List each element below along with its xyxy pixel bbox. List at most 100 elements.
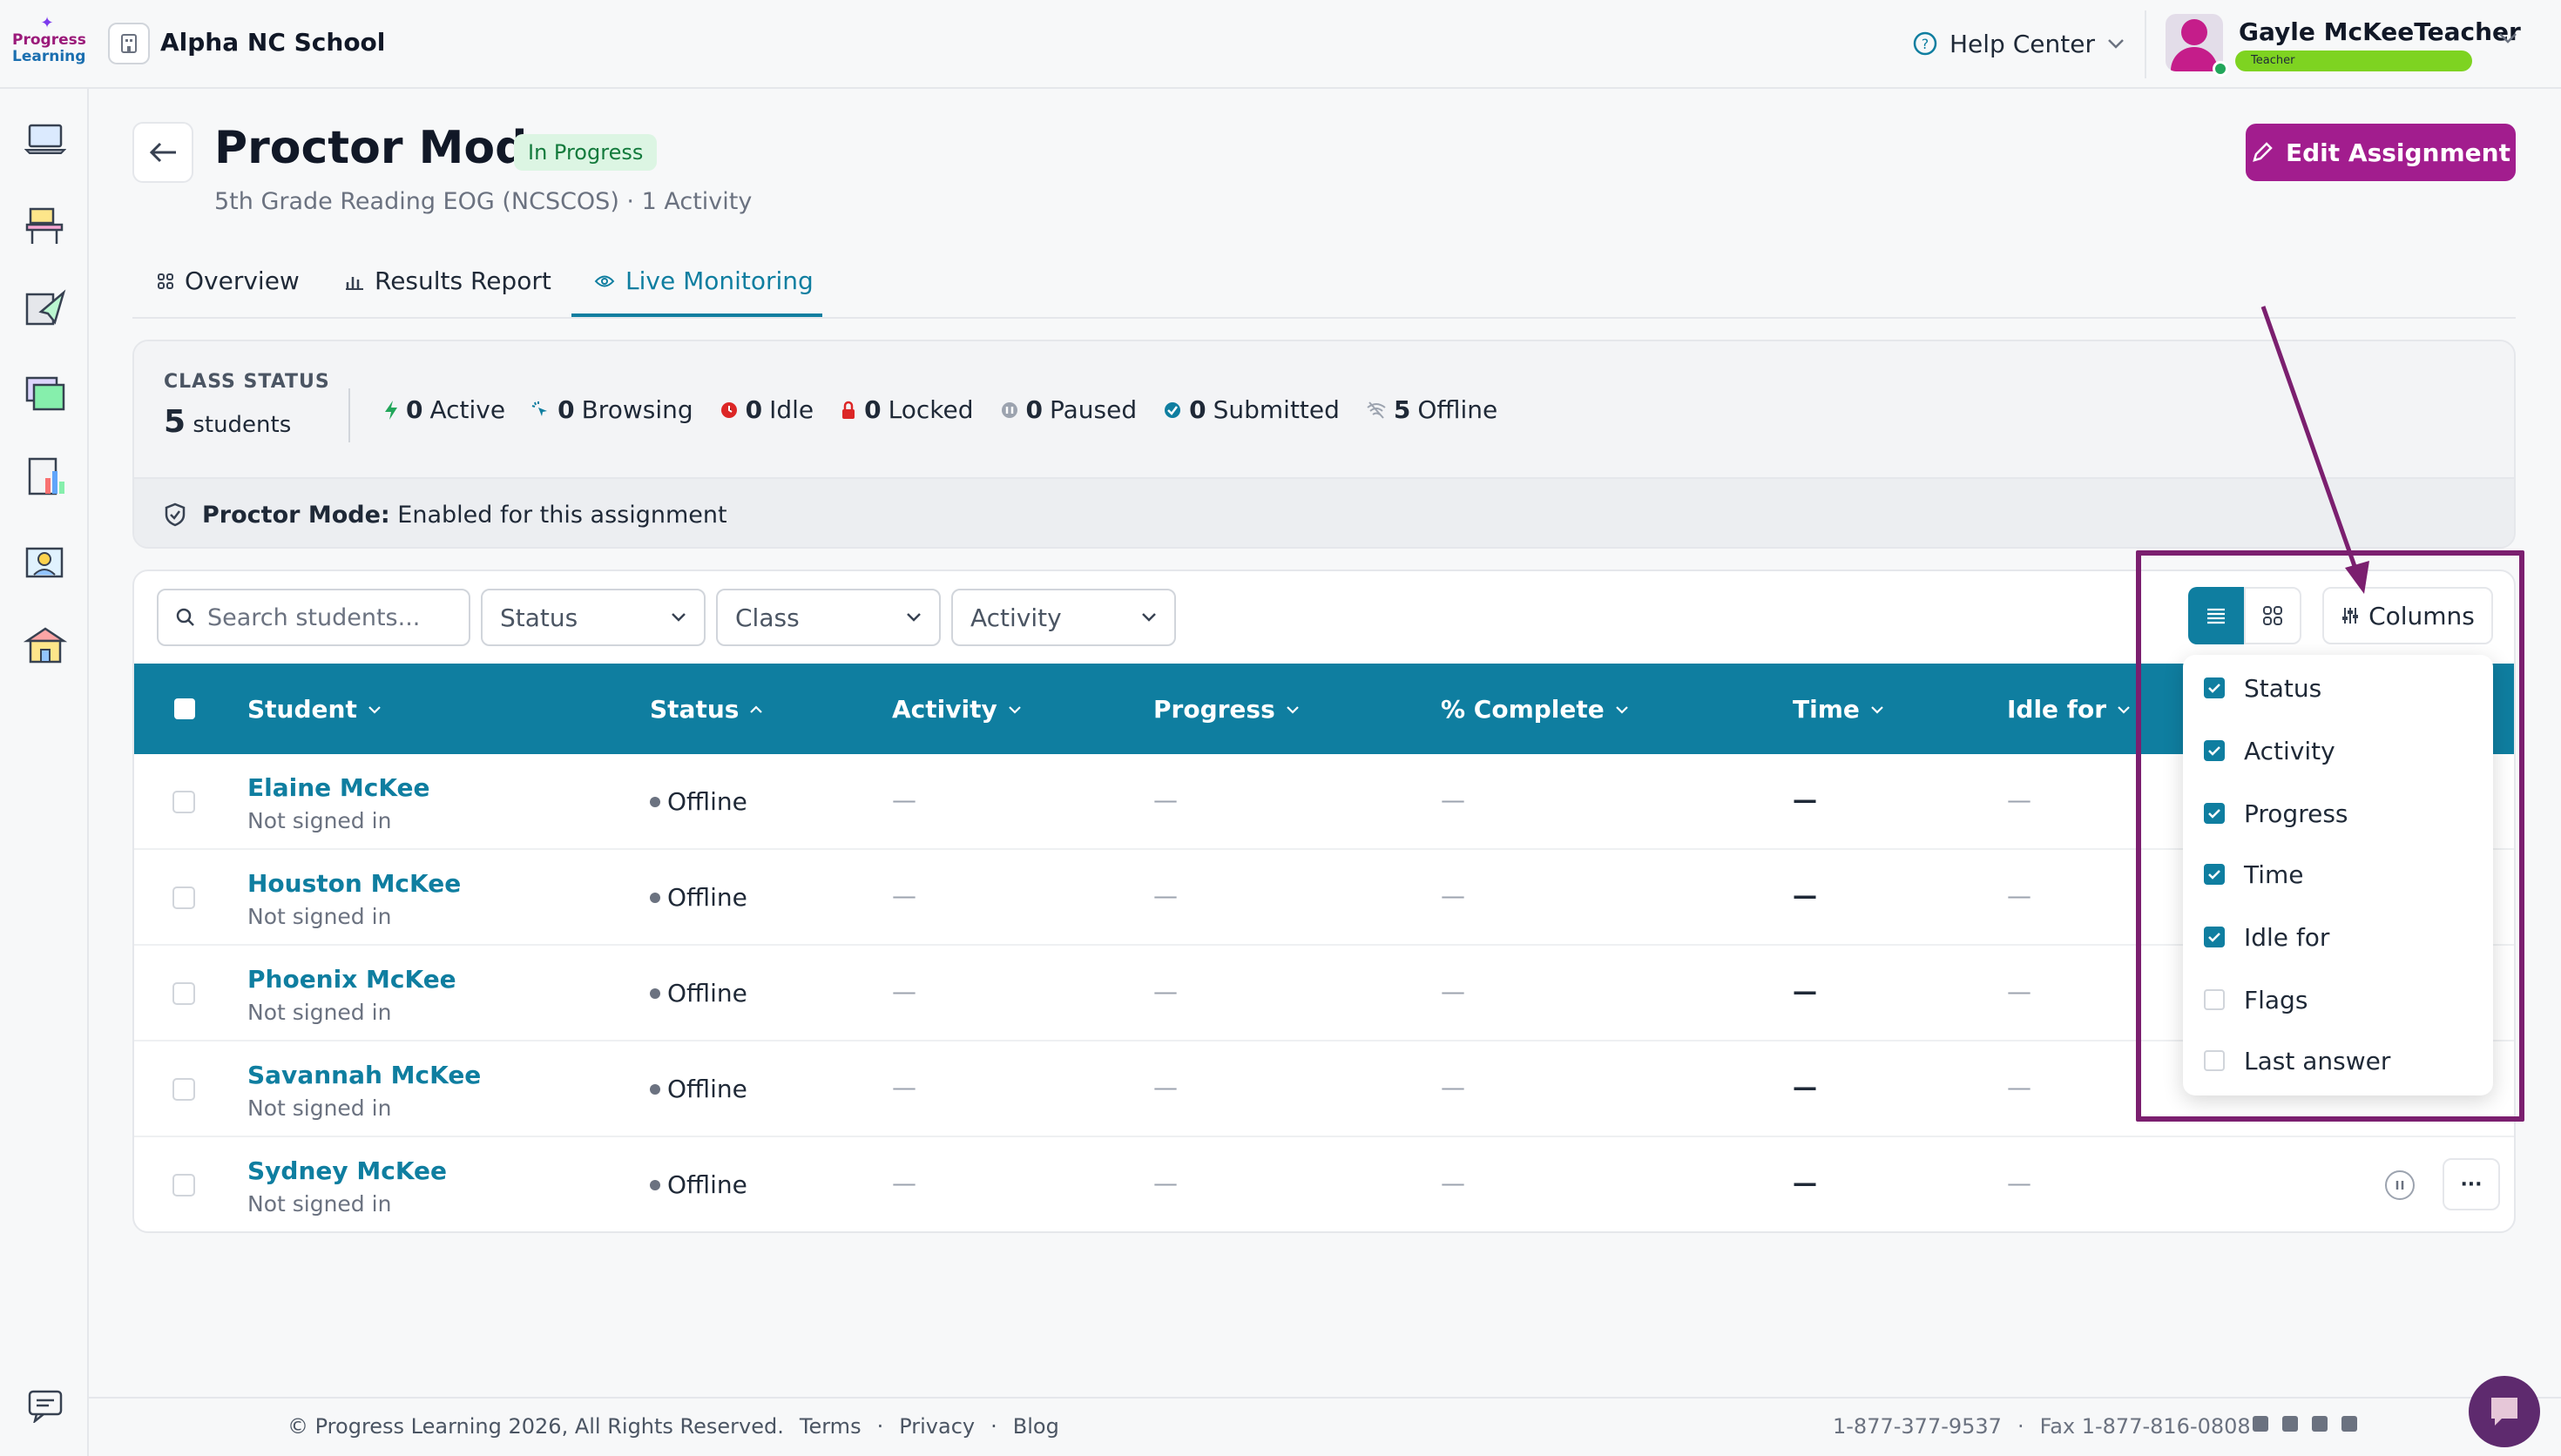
linkedin-icon[interactable] xyxy=(2253,1416,2268,1432)
reports-chart-icon[interactable] xyxy=(21,453,70,502)
metric-locked-value: 0 xyxy=(864,395,882,424)
library-books-icon[interactable] xyxy=(21,369,70,418)
column-header-activity-label: Activity xyxy=(892,695,997,724)
student-name-link[interactable]: Elaine McKee xyxy=(247,773,430,802)
instagram-icon[interactable] xyxy=(2341,1416,2357,1432)
student-status: Offline xyxy=(650,979,747,1008)
column-header-idle-for[interactable]: Idle for xyxy=(2007,695,2131,724)
student-signin-status: Not signed in xyxy=(247,904,392,929)
twitter-icon[interactable] xyxy=(2312,1416,2328,1432)
edit-assignment-button[interactable]: Edit Assignment xyxy=(2246,124,2516,181)
chevron-down-icon xyxy=(1616,705,1628,714)
page-footer: © Progress Learning 2026, All Rights Res… xyxy=(89,1397,2561,1456)
status-dot-icon xyxy=(650,892,660,903)
metric-locked-label: Locked xyxy=(888,395,974,424)
edit-assignment-label: Edit Assignment xyxy=(2286,138,2510,167)
tab-overview[interactable]: Overview xyxy=(157,266,300,295)
row-checkbox[interactable] xyxy=(172,1174,195,1196)
metric-idle: 0 Idle xyxy=(720,395,814,424)
row-checkbox[interactable] xyxy=(172,886,195,909)
student-name-link[interactable]: Sydney McKee xyxy=(247,1156,447,1185)
logo-mark-icon: ✦ xyxy=(40,14,54,32)
chevron-down-icon xyxy=(1871,705,1883,714)
student-status-label: Offline xyxy=(667,883,747,912)
row-more-options-button[interactable]: ··· xyxy=(2443,1158,2500,1210)
idle-for-cell: — xyxy=(2007,977,2031,1006)
footer-link-privacy[interactable]: Privacy xyxy=(899,1414,975,1439)
feedback-chat-icon[interactable] xyxy=(21,1381,70,1430)
footer-link-terms[interactable]: Terms xyxy=(800,1414,862,1439)
school-name[interactable]: Alpha NC School xyxy=(160,28,385,57)
teacher-lesson-icon[interactable] xyxy=(21,536,70,585)
student-signin-status: Not signed in xyxy=(247,1191,392,1217)
idle-for-cell: — xyxy=(2007,881,2031,910)
status-dot-icon xyxy=(650,1179,660,1190)
status-metrics: 0 Active 0 Browsing 0 Idle 0 Locked 0 Pa… xyxy=(383,395,1497,424)
shield-check-icon xyxy=(165,502,186,527)
lightning-icon xyxy=(385,400,397,420)
user-name[interactable]: Gayle McKeeTeacher xyxy=(2239,17,2521,46)
metric-offline-value: 5 xyxy=(1393,395,1411,424)
percent-complete-cell: — xyxy=(1441,785,1465,814)
help-center-label: Help Center xyxy=(1949,29,2095,58)
back-button[interactable] xyxy=(132,122,193,183)
assignment-status-badge: In Progress xyxy=(514,134,658,171)
classroom-desk-icon[interactable] xyxy=(21,200,70,249)
progress-cell: — xyxy=(1153,785,1178,814)
column-header-activity[interactable]: Activity xyxy=(892,695,1022,724)
footer-link-blog[interactable]: Blog xyxy=(1013,1414,1059,1439)
percent-complete-cell: — xyxy=(1441,977,1465,1006)
table-row[interactable]: Sydney McKee Not signed in Offline — — —… xyxy=(134,1137,2514,1231)
chevron-down-icon xyxy=(907,613,921,622)
column-header-status[interactable]: Status xyxy=(650,695,763,724)
activity-filter-select[interactable]: Activity xyxy=(951,589,1176,646)
page-title: Proctor Mode xyxy=(214,122,558,174)
row-checkbox[interactable] xyxy=(172,982,195,1005)
footer-phone[interactable]: 1-877-377-9537 xyxy=(1833,1414,2002,1439)
tab-bar: Overview Results Report Live Monitoring xyxy=(132,253,2516,319)
pause-icon xyxy=(2395,1181,2404,1190)
tab-live-monitoring[interactable]: Live Monitoring xyxy=(594,266,814,295)
student-count-value: 5 xyxy=(164,404,186,440)
status-filter-select[interactable]: Status xyxy=(481,589,706,646)
search-placeholder: Search students... xyxy=(207,603,421,631)
column-header-progress[interactable]: Progress xyxy=(1153,695,1300,724)
progress-cell: — xyxy=(1153,881,1178,910)
metric-paused-value: 0 xyxy=(1025,395,1043,424)
column-header-percent-complete[interactable]: % Complete xyxy=(1441,695,1629,724)
student-name-link[interactable]: Phoenix McKee xyxy=(247,965,456,994)
laptop-icon[interactable] xyxy=(21,115,70,164)
pause-student-button[interactable] xyxy=(2385,1170,2415,1200)
row-checkbox[interactable] xyxy=(172,1078,195,1101)
select-all-checkbox[interactable] xyxy=(174,698,195,719)
metric-paused: 0 Paused xyxy=(1000,395,1137,424)
metric-idle-value: 0 xyxy=(745,395,763,424)
metric-submitted: 0 Submitted xyxy=(1163,395,1340,424)
class-filter-select[interactable]: Class xyxy=(716,589,941,646)
progress-learning-logo[interactable]: ✦ Progress Learning xyxy=(12,14,86,71)
chevron-down-icon xyxy=(2108,39,2124,49)
tab-live-monitoring-label: Live Monitoring xyxy=(625,266,814,295)
school-building-icon[interactable] xyxy=(108,23,150,64)
chevron-down-icon xyxy=(672,613,686,622)
search-input[interactable]: Search students... xyxy=(157,589,470,646)
footer-fax: Fax 1-877-816-0808 xyxy=(2039,1414,2251,1439)
column-header-student[interactable]: Student xyxy=(247,695,382,724)
search-icon xyxy=(176,608,194,626)
help-center-menu[interactable]: ? Help Center xyxy=(1913,26,2125,61)
student-name-link[interactable]: Houston McKee xyxy=(247,869,461,898)
copyright-text: © Progress Learning 2026, All Rights Res… xyxy=(287,1414,784,1439)
facebook-icon[interactable] xyxy=(2282,1416,2298,1432)
student-signin-status: Not signed in xyxy=(247,1095,392,1121)
wifi-off-icon xyxy=(1367,401,1386,419)
assignments-send-icon[interactable] xyxy=(21,284,70,333)
tab-results-report[interactable]: Results Report xyxy=(345,266,551,295)
user-menu-chevron-icon[interactable] xyxy=(2498,31,2517,48)
column-header-time[interactable]: Time xyxy=(1793,695,1884,724)
metric-active-value: 0 xyxy=(406,395,423,424)
chat-bubble-icon xyxy=(2491,1398,2517,1426)
student-name-link[interactable]: Savannah McKee xyxy=(247,1061,481,1089)
row-checkbox[interactable] xyxy=(172,791,195,813)
chat-support-button[interactable] xyxy=(2469,1376,2540,1447)
school-building-nav-icon[interactable] xyxy=(21,620,70,669)
